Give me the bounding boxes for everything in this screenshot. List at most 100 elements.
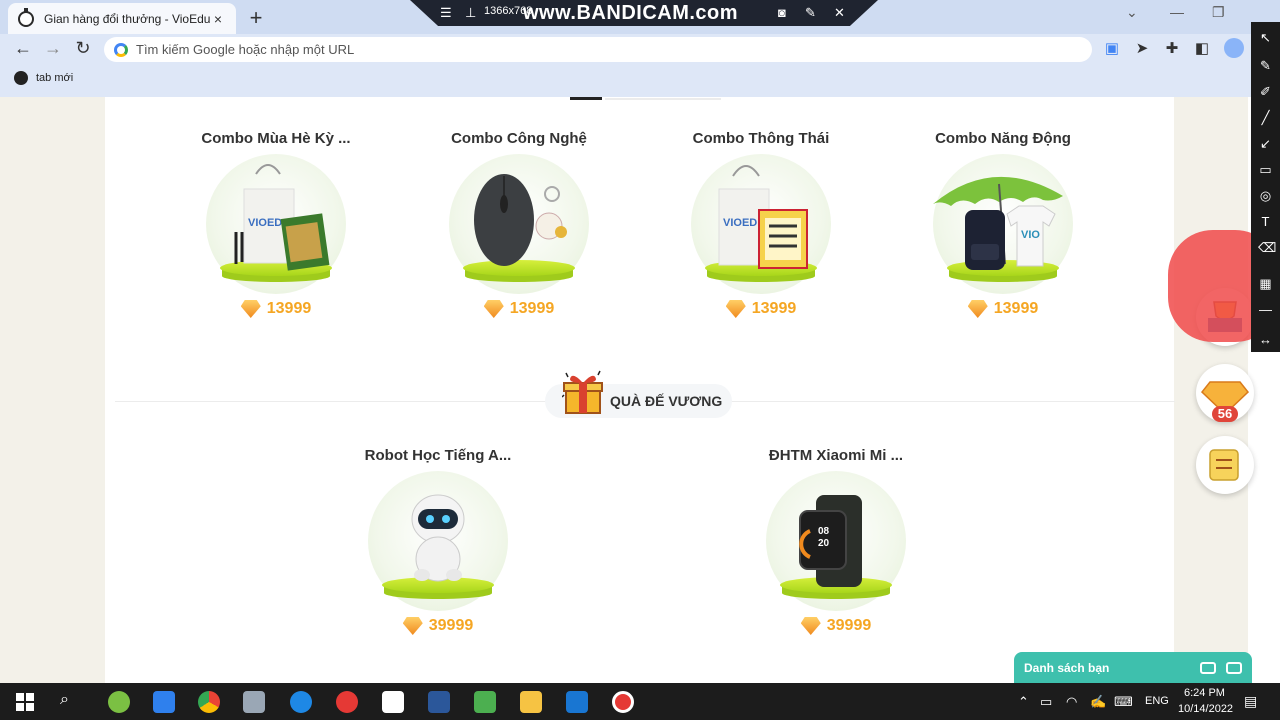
smartwatch-icon: 08 20 (766, 471, 906, 611)
back-arrow-icon[interactable]: ← (12, 38, 34, 59)
cursor-tool-icon[interactable]: ↖ (1258, 30, 1273, 45)
close-recorder-icon[interactable]: ✕ (834, 5, 845, 21)
product-card[interactable]: Combo Công Nghệ 13999 (399, 130, 639, 318)
bandicam-watermark: www.BANDICAM.com (523, 2, 739, 24)
v8-app-icon[interactable] (382, 691, 404, 713)
input-language[interactable]: ENG (1145, 695, 1169, 707)
battery-icon[interactable]: ▭ (1040, 694, 1052, 710)
svg-text:VIOED: VIOED (723, 217, 757, 229)
price-tag: 13999 (399, 300, 639, 318)
section-title: QUÀ ĐẾ VƯƠNG (610, 393, 723, 409)
line-tool-icon[interactable]: ╱ (1258, 110, 1273, 125)
translate-icon[interactable]: ▣ (1102, 39, 1122, 57)
chevron-down-icon[interactable]: ⌄ (1126, 4, 1138, 21)
side-panel-icon[interactable]: ◧ (1192, 39, 1212, 57)
mouse-keychain-icon (449, 154, 589, 294)
profile-avatar[interactable] (1224, 38, 1244, 58)
product-name: Combo Năng Động (935, 130, 1071, 147)
diamond-icon (967, 300, 988, 318)
file-explorer-icon[interactable] (520, 691, 542, 713)
svg-text:VIO: VIO (1021, 229, 1040, 241)
app-store-icon[interactable] (566, 691, 588, 713)
pencil-tool-icon[interactable]: ✎ (1258, 58, 1273, 73)
new-tab-button[interactable]: + (244, 5, 268, 31)
price-tag: 39999 (716, 617, 956, 635)
address-placeholder: Tìm kiếm Google hoặc nhập một URL (136, 42, 355, 57)
price-tag: 13999 (883, 300, 1123, 318)
expand-window-icon[interactable] (1226, 661, 1242, 674)
clock-date[interactable]: 10/14/2022 (1178, 703, 1233, 715)
search-icon[interactable]: ⌕ (60, 691, 69, 709)
keyboard-icon[interactable]: ⌨ (1114, 694, 1133, 710)
paint-icon[interactable] (243, 691, 265, 713)
numbering-tool-icon[interactable]: ◎ (1258, 188, 1273, 203)
chevron-up-icon[interactable]: ⌃ (1018, 694, 1029, 710)
product-price: 13999 (266, 300, 312, 317)
product-card[interactable]: Combo Mùa Hè Kỳ ... VIOED 13999 (156, 130, 396, 318)
eraser-tool-icon[interactable]: ⌫ (1258, 240, 1276, 255)
chrome-icon[interactable] (198, 691, 220, 713)
pen-workspace-icon[interactable]: ✍ (1090, 694, 1106, 710)
robot-icon (368, 471, 508, 611)
friends-list-bar[interactable]: Danh sách bạn (1014, 652, 1252, 683)
friends-icon[interactable] (1200, 661, 1216, 674)
minecraft-icon[interactable] (474, 691, 496, 713)
bookmark-item[interactable]: tab mới (14, 71, 73, 85)
text-tool-icon[interactable]: T (1258, 214, 1273, 229)
word-icon[interactable] (428, 691, 450, 713)
marker-tool-icon[interactable]: ✐ (1258, 84, 1273, 99)
line-width-icon[interactable]: — (1258, 302, 1273, 317)
product-name: Combo Công Nghệ (451, 130, 587, 147)
product-name: ĐHTM Xiaomi Mi ... (768, 447, 904, 464)
camera-icon[interactable]: ◙ (778, 5, 786, 20)
product-name: Combo Mùa Hè Kỳ ... (201, 130, 351, 147)
product-card[interactable]: ĐHTM Xiaomi Mi ... 08 20 39999 (716, 447, 956, 635)
product-price: 13999 (751, 300, 797, 317)
windows-taskbar: ⌕ ⌃ ▭ ◠ ✍ ⌨ ENG 6:24 PM 10/14/2022 ▤ (0, 683, 1280, 720)
address-bar[interactable]: Tìm kiếm Google hoặc nhập một URL (104, 37, 1092, 62)
opera-icon[interactable] (336, 691, 358, 713)
app-icon[interactable] (108, 691, 130, 713)
edge-icon[interactable] (290, 691, 312, 713)
diamond-icon (483, 300, 504, 318)
restore-icon[interactable]: ❐ (1212, 4, 1225, 21)
arrow-tool-icon[interactable]: ↙ (1258, 136, 1273, 151)
zalo-icon[interactable] (153, 691, 175, 713)
product-card[interactable]: Combo Thông Thái VIOED 13999 (641, 130, 881, 318)
notification-icon[interactable]: ▤ (1244, 693, 1257, 710)
pen-icon[interactable]: ✎ (805, 5, 816, 21)
browser-tab[interactable]: Gian hàng đổi thưởng - VioEdu × (8, 3, 236, 34)
bandicam-record-icon[interactable] (612, 691, 634, 713)
product-card[interactable]: Combo Năng Động VIO 13999 (883, 130, 1123, 318)
expand-toolbar-icon[interactable]: ↔ (1258, 332, 1273, 347)
rectangle-tool-icon[interactable]: ▭ (1258, 162, 1273, 177)
extensions-puzzle-icon[interactable]: ✚ (1162, 39, 1182, 57)
scroll-icon (1209, 449, 1239, 481)
price-tag: 13999 (641, 300, 881, 318)
menu-icon[interactable]: ☰ (440, 5, 452, 21)
color-picker-icon[interactable]: ▦ (1258, 276, 1273, 291)
reload-icon[interactable]: ↻ (72, 38, 94, 59)
tote-bag-book-icon: VIOED (691, 154, 831, 294)
pin-icon[interactable]: ⊥ (465, 5, 476, 21)
minimize-icon[interactable]: — (1170, 4, 1184, 20)
bookmark-label: tab mới (36, 72, 74, 84)
product-name: Robot Học Tiếng A... (364, 447, 512, 464)
gem-count-badge: 56 (1212, 406, 1238, 422)
product-price: 39999 (428, 617, 474, 634)
quest-scroll-button[interactable] (1196, 436, 1254, 494)
previous-section-pill-edge (605, 98, 721, 100)
previous-section-edge (570, 97, 602, 100)
product-card[interactable]: Robot Học Tiếng A... 39999 (318, 447, 558, 635)
windows-start-icon[interactable] (16, 693, 34, 711)
tab-title: Gian hàng đổi thưởng - VioEdu (44, 11, 210, 26)
cursor-extension-icon[interactable]: ➤ (1132, 39, 1152, 57)
friends-list-label: Danh sách bạn (1024, 660, 1110, 675)
close-tab-icon[interactable]: × (210, 11, 226, 27)
forward-arrow-icon[interactable]: → (42, 38, 64, 59)
clock-time[interactable]: 6:24 PM (1184, 687, 1225, 699)
wifi-icon[interactable]: ◠ (1066, 694, 1077, 710)
vioedu-favicon-icon (18, 7, 34, 27)
diamond-icon (800, 617, 821, 635)
gift-box-icon (562, 370, 603, 414)
